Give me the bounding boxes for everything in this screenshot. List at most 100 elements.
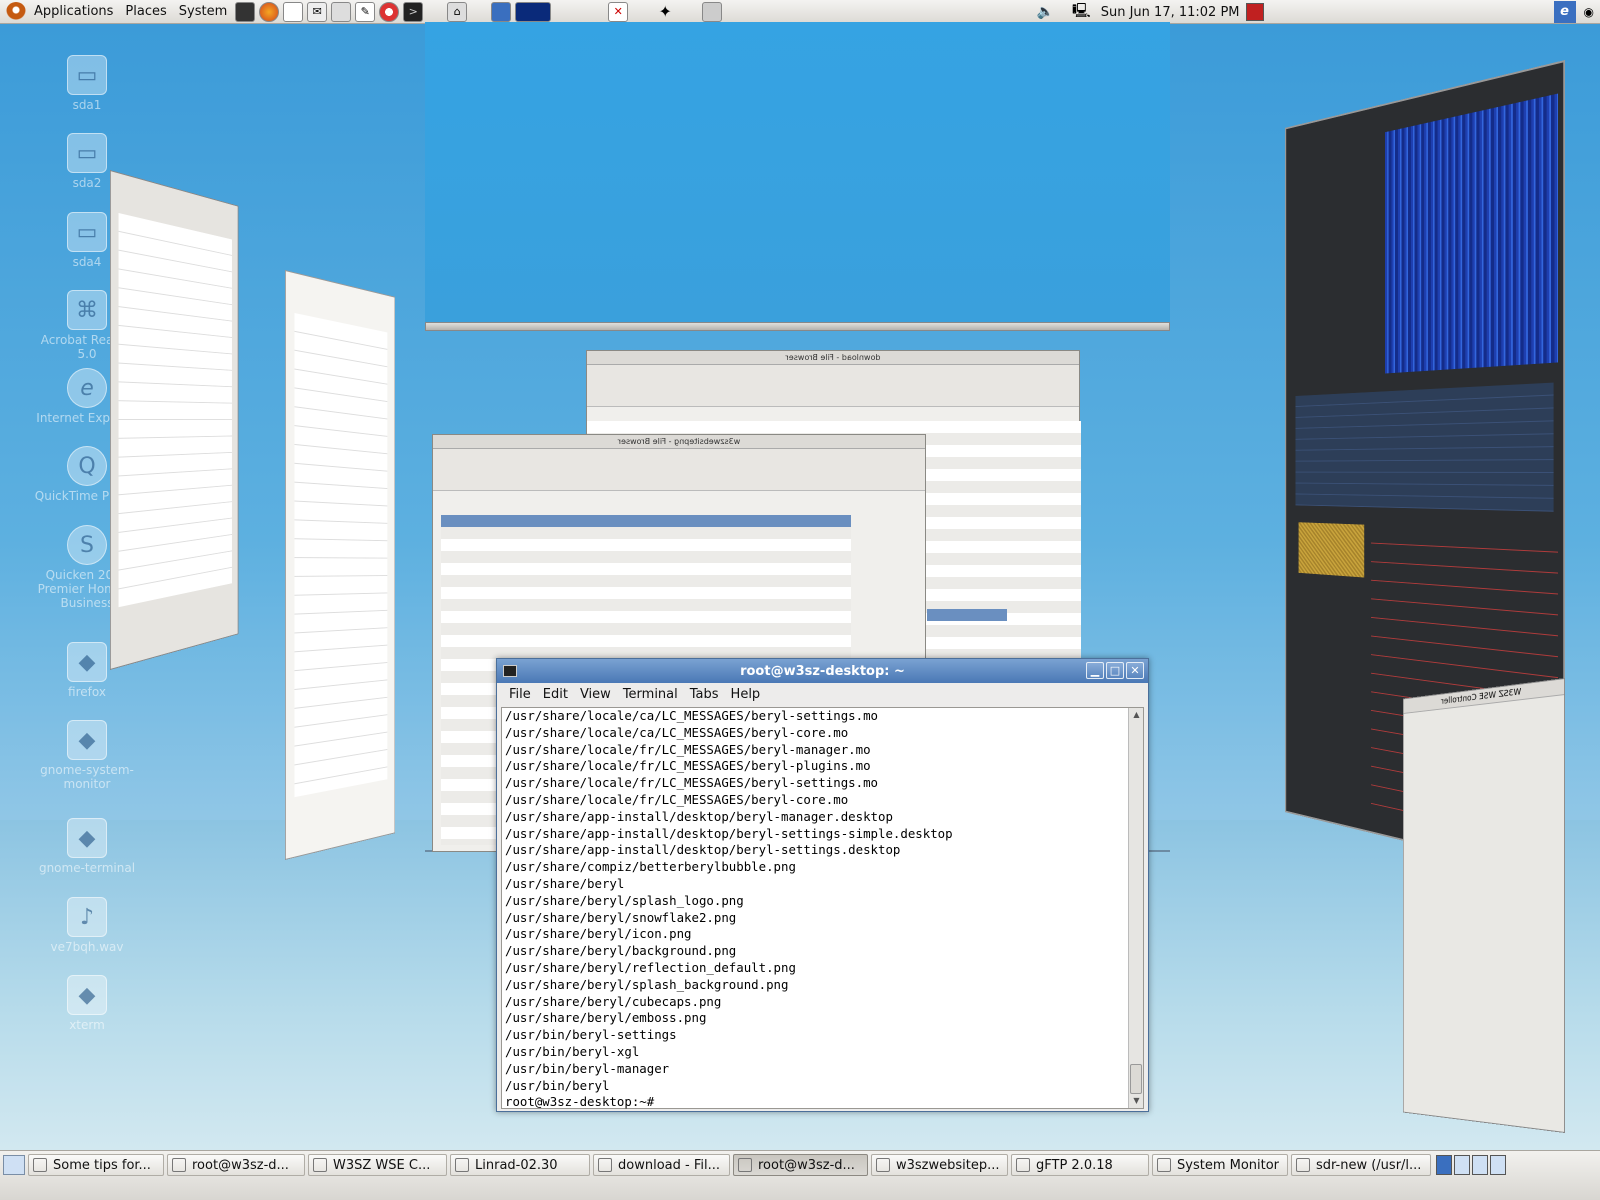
- taskbar-button-label: System Monitor: [1177, 1157, 1280, 1173]
- selected-file-row[interactable]: [441, 515, 851, 527]
- taskbar-button[interactable]: root@w3sz-d...: [733, 1154, 868, 1176]
- taskbar-button-label: Linrad-02.30: [475, 1157, 558, 1173]
- desktop-icon-wav[interactable]: ♪ ve7bqh.wav: [32, 897, 142, 954]
- terminal-line: /usr/share/app-install/desktop/beryl-set…: [505, 825, 953, 841]
- ie-panel-icon[interactable]: e: [1553, 1, 1576, 23]
- terminal-line: /usr/share/beryl: [505, 875, 625, 891]
- workspace-2[interactable]: [1454, 1155, 1470, 1175]
- terminal-line: /usr/share/app-install/desktop/beryl-set…: [505, 842, 901, 858]
- taskbar-button-label: Some tips for...: [53, 1157, 151, 1173]
- desktop-icon-sda1[interactable]: ▭ sda1: [32, 55, 142, 112]
- terminal-titlebar[interactable]: root@w3sz-desktop: ~ ▁ □ ✕: [497, 659, 1148, 683]
- terminal-line: /usr/share/beryl/icon.png: [505, 926, 692, 942]
- scroll-down-arrow[interactable]: ▼: [1129, 1094, 1144, 1108]
- taskbar-button[interactable]: sdr-new (/usr/l...: [1291, 1154, 1431, 1176]
- terminal-window[interactable]: root@w3sz-desktop: ~ ▁ □ ✕ File Edit Vie…: [496, 658, 1149, 1112]
- menu-edit[interactable]: Edit: [537, 687, 574, 702]
- menu-tabs[interactable]: Tabs: [684, 687, 725, 702]
- workspace-4[interactable]: [1490, 1155, 1506, 1175]
- editor-icon: [1296, 1158, 1310, 1172]
- left-face-system-monitor-window[interactable]: [110, 170, 239, 670]
- taskbar-button[interactable]: Some tips for...: [28, 1154, 164, 1176]
- document-close-icon[interactable]: ✕: [608, 1, 629, 22]
- logout-icon[interactable]: [1245, 3, 1264, 21]
- window-icon: [455, 1158, 469, 1172]
- workspace-icon[interactable]: [491, 1, 512, 22]
- menu-file[interactable]: File: [503, 687, 537, 702]
- scroll-thumb[interactable]: [1130, 1064, 1142, 1094]
- desktop-icon-xterm[interactable]: ◆ xterm: [32, 975, 142, 1032]
- folder-icon: [598, 1158, 612, 1172]
- bottom-panel: Some tips for... root@w3sz-d... W3SZ WSE C…: [0, 1150, 1600, 1200]
- menu-applications[interactable]: Applications: [28, 4, 119, 19]
- terminal-line: /usr/share/beryl/background.png: [505, 943, 737, 959]
- launcher-icon[interactable]: [235, 1, 256, 22]
- terminal-title: root@w3sz-desktop: ~: [740, 663, 905, 679]
- taskbar-button[interactable]: download - Fil...: [593, 1154, 730, 1176]
- taskbar-button[interactable]: gFTP 2.0.18: [1011, 1154, 1149, 1176]
- editor-content: [294, 312, 388, 798]
- home-folder-icon[interactable]: ⌂: [447, 1, 468, 22]
- network-icon[interactable]: [331, 1, 352, 22]
- launcher-icon: ◆: [67, 975, 107, 1015]
- close-button[interactable]: ✕: [1126, 662, 1144, 679]
- scroll-up-arrow[interactable]: ▲: [1129, 708, 1144, 722]
- firefox-icon[interactable]: [259, 1, 280, 22]
- system-monitor-applet[interactable]: [515, 1, 552, 22]
- left-face-editor-window[interactable]: [285, 270, 396, 860]
- file-browser-toolbar[interactable]: [587, 365, 1079, 407]
- clock[interactable]: Sun Jun 17, 11:02 PM: [1095, 5, 1246, 20]
- cube-back-face: [425, 22, 1170, 328]
- document-icon[interactable]: [283, 1, 304, 22]
- terminal-line: /usr/share/beryl/cubecaps.png: [505, 993, 722, 1009]
- mail-icon[interactable]: ✉: [307, 1, 328, 22]
- menu-help[interactable]: Help: [725, 687, 767, 702]
- spectrum-display: [1295, 382, 1554, 512]
- taskbar-button[interactable]: W3SZ WSE C...: [308, 1154, 447, 1176]
- help-icon[interactable]: [379, 1, 400, 22]
- workspace-3[interactable]: [1472, 1155, 1488, 1175]
- desktop-icon-gnome-terminal[interactable]: ◆ gnome-terminal: [32, 818, 142, 875]
- terminal-line: /usr/bin/beryl-settings: [505, 1027, 677, 1043]
- gnome-foot-icon[interactable]: [6, 1, 26, 22]
- menu-places[interactable]: Places: [119, 4, 172, 19]
- back-face-panel: [425, 322, 1170, 331]
- taskbar-button[interactable]: root@w3sz-d...: [167, 1154, 305, 1176]
- launcher-icon: ◆: [67, 720, 107, 760]
- volume-icon[interactable]: 🔈: [1037, 4, 1054, 20]
- monitor-icon: [1157, 1158, 1171, 1172]
- file-browser-toolbar[interactable]: [433, 449, 925, 491]
- beryl-icon[interactable]: ✦: [655, 2, 675, 22]
- selected-file-row[interactable]: [927, 609, 1007, 621]
- terminal-line: /usr/share/beryl/snowflake2.png: [505, 909, 737, 925]
- terminal-line: /usr/bin/beryl-manager: [505, 1060, 670, 1076]
- terminal-menubar: File Edit View Terminal Tabs Help: [497, 683, 1148, 706]
- wse-controller-window[interactable]: W3SZ WSE Controller: [1402, 678, 1565, 1133]
- terminal-icon[interactable]: >: [403, 1, 424, 22]
- maximize-button[interactable]: □: [1106, 662, 1124, 679]
- terminal-scrollbar[interactable]: ▲ ▼: [1128, 708, 1143, 1108]
- ie-icon: e: [67, 368, 107, 408]
- taskbar-button[interactable]: System Monitor: [1152, 1154, 1288, 1176]
- terminal-line: /usr/share/beryl/splash_background.png: [505, 976, 789, 992]
- terminal-icon[interactable]: [503, 665, 517, 677]
- quicken-icon: S: [67, 525, 107, 565]
- show-desktop-button[interactable]: [3, 1155, 25, 1175]
- terminal-prompt: root@w3sz-desktop:~#: [505, 1094, 662, 1110]
- editor-icon[interactable]: ✎: [355, 1, 376, 22]
- applet-icon[interactable]: [702, 1, 723, 22]
- taskbar-button[interactable]: Linrad-02.30: [450, 1154, 590, 1176]
- desktop-icon-system-monitor[interactable]: ◆ gnome-system-monitor: [32, 720, 142, 791]
- taskbar-button-label: download - Fil...: [618, 1157, 720, 1173]
- file-browser-title: w3szwebsitepng - File Browser: [433, 435, 925, 449]
- taskbar-button[interactable]: w3szwebsitep...: [871, 1154, 1008, 1176]
- menu-view[interactable]: View: [574, 687, 617, 702]
- file-browser-title: download - File Browser: [587, 351, 1079, 365]
- window-icon: [313, 1158, 327, 1172]
- minimize-button[interactable]: ▁: [1086, 662, 1104, 679]
- menu-terminal[interactable]: Terminal: [617, 687, 684, 702]
- workspace-1[interactable]: [1436, 1155, 1452, 1175]
- network-status-icon[interactable]: 🖳: [1072, 0, 1091, 24]
- menu-system[interactable]: System: [173, 4, 233, 19]
- terminal-output[interactable]: /usr/share/locale/ca/LC_MESSAGES/beryl-s…: [501, 707, 1144, 1109]
